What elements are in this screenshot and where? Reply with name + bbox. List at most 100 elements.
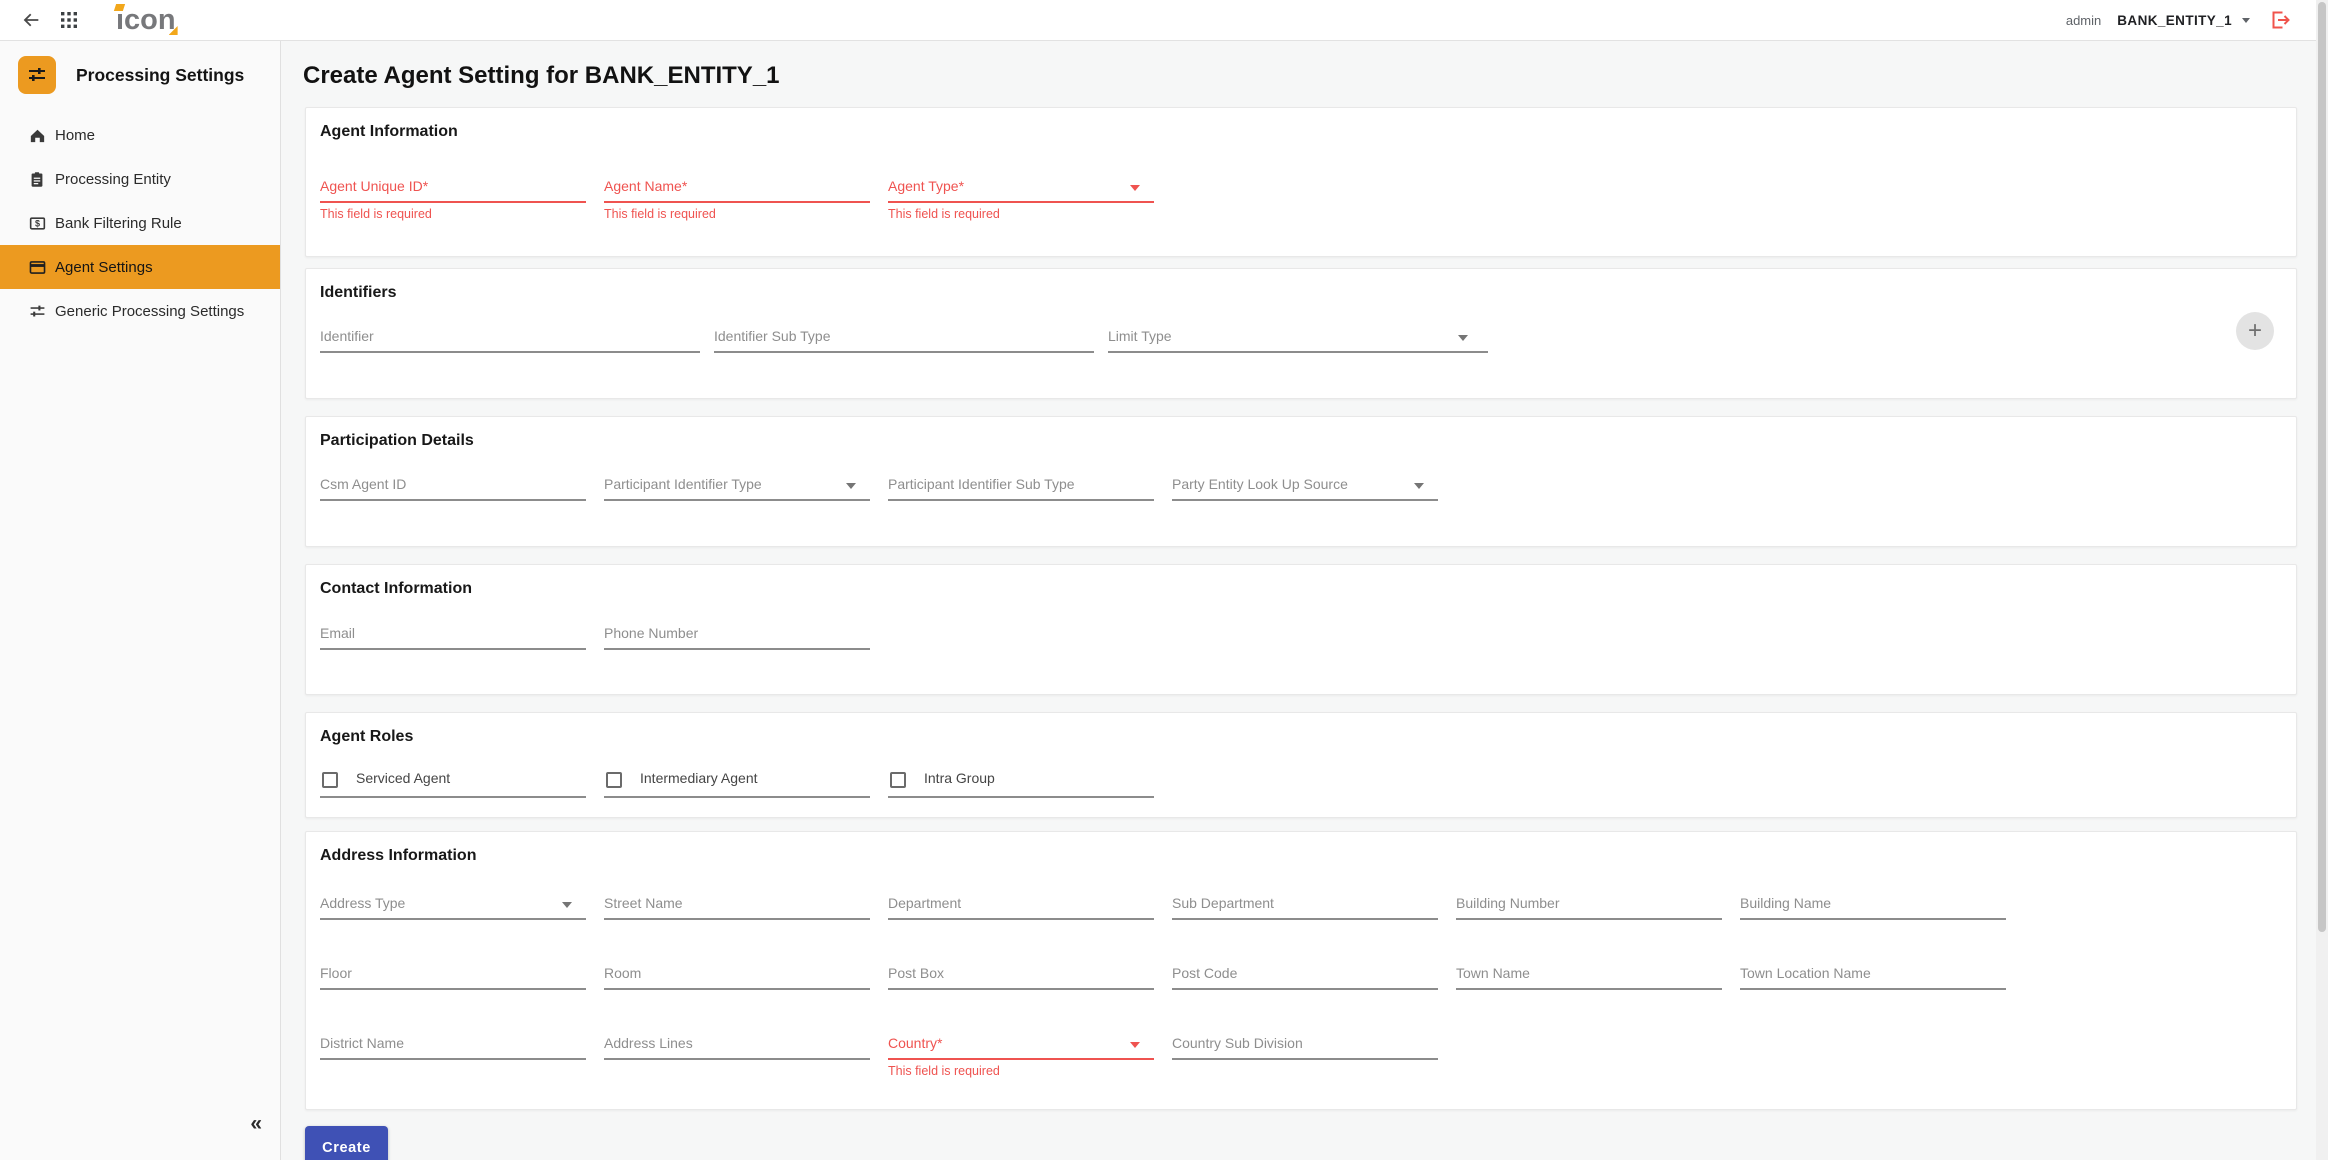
room-field[interactable]: Room [604,942,870,990]
limit-type-select[interactable]: Limit Type [1108,305,1488,353]
sidebar: Processing Settings Home Processing Enti… [0,41,281,1160]
sidebar-header: Processing Settings [18,56,244,94]
home-icon [27,125,47,145]
country-sub-division-field[interactable]: Country Sub Division [1172,1012,1438,1060]
page-title: Create Agent Setting for BANK_ENTITY_1 [303,62,780,89]
post-box-field[interactable]: Post Box [888,942,1154,990]
section-title: Address Information [320,847,477,864]
create-button[interactable]: Create [305,1126,388,1160]
logout-icon [2272,11,2290,29]
email-field[interactable]: Email [320,602,586,650]
field-label: Town Name [1456,965,1530,981]
agent-type-select[interactable]: Agent Type* This field is required [888,155,1154,221]
checkbox-label: Serviced Agent [356,770,451,786]
add-identifier-button[interactable]: + [2236,312,2274,350]
field-label: Identifier Sub Type [714,328,831,344]
csm-agent-id-field[interactable]: Csm Agent ID [320,453,586,501]
agent-name-field[interactable]: Agent Name* This field is required [604,155,870,221]
field-label: Country Sub Division [1172,1035,1303,1051]
field-label: Building Name [1740,895,1832,911]
field-label: Floor [320,965,352,981]
phone-number-field[interactable]: Phone Number [604,602,870,650]
field-label: Email [320,625,356,641]
district-name-field[interactable]: District Name [320,1012,586,1060]
sidebar-item-processing-entity[interactable]: Processing Entity [0,157,280,201]
sidebar-item-label: Bank Filtering Rule [55,214,182,232]
back-button[interactable] [18,7,44,33]
apps-grid-icon [61,12,77,28]
dropdown-caret-icon [562,902,572,908]
field-label: Agent Name* [604,178,688,194]
address-type-select[interactable]: Address Type [320,872,586,920]
participant-identifier-type-select[interactable]: Participant Identifier Type [604,453,870,501]
building-name-field[interactable]: Building Name [1740,872,2006,920]
field-label: Party Entity Look Up Source [1172,476,1348,492]
street-name-field[interactable]: Street Name [604,872,870,920]
logout-button[interactable] [2266,6,2294,34]
field-label: Post Box [888,965,945,981]
party-entity-look-up-source-select[interactable]: Party Entity Look Up Source [1172,453,1438,501]
town-name-field[interactable]: Town Name [1456,942,1722,990]
field-label: Room [604,965,642,981]
agent-unique-id-field[interactable]: Agent Unique ID* This field is required [320,155,586,221]
field-label: Post Code [1172,965,1238,981]
building-number-field[interactable]: Building Number [1456,872,1722,920]
sidebar-item-generic-processing-settings[interactable]: Generic Processing Settings [0,289,280,333]
sidebar-item-home[interactable]: Home [0,113,280,157]
section-title: Agent Roles [320,728,414,745]
logo-text: icon [116,3,176,36]
field-label: Limit Type [1108,328,1172,344]
field-label: Street Name [604,895,683,911]
floor-field[interactable]: Floor [320,942,586,990]
field-error: This field is required [888,207,1000,221]
scrollbar [2316,0,2328,1160]
sidebar-item-agent-settings[interactable]: Agent Settings [0,245,280,289]
intra-group-checkbox-field: Intra Group [888,750,1154,798]
field-label: Csm Agent ID [320,476,407,492]
section-identifiers: Identifiers Identifier Identifier Sub Ty… [305,268,2297,399]
processing-settings-icon [18,56,56,94]
chevron-down-icon [2242,17,2250,23]
town-location-name-field[interactable]: Town Location Name [1740,942,2006,990]
participant-identifier-sub-type-field[interactable]: Participant Identifier Sub Type [888,453,1154,501]
field-label: Participant Identifier Type [604,476,762,492]
country-select[interactable]: Country* This field is required [888,1012,1154,1078]
section-address-information: Address Information Address Type Street … [305,831,2297,1110]
dropdown-caret-icon [1130,185,1140,191]
username-label: admin [2065,12,2102,28]
field-label: Phone Number [604,625,699,641]
card-icon [27,257,47,277]
identifier-sub-type-field[interactable]: Identifier Sub Type [714,305,1094,353]
field-label: Department [888,895,962,911]
address-lines-field[interactable]: Address Lines [604,1012,870,1060]
sidebar-item-label: Generic Processing Settings [55,302,245,320]
svg-text:$: $ [34,218,39,228]
sub-department-field[interactable]: Sub Department [1172,872,1438,920]
identifier-field[interactable]: Identifier [320,305,700,353]
serviced-agent-checkbox[interactable] [322,772,338,788]
apps-grid-button[interactable] [58,9,80,31]
dropdown-caret-icon [846,483,856,489]
sidebar-nav: Home Processing Entity $ Bank Filtering … [0,113,280,333]
scrollbar-thumb[interactable] [2318,2,2326,932]
sidebar-title: Processing Settings [76,64,245,85]
sidebar-item-label: Home [55,126,96,144]
entity-selector[interactable]: BANK_ENTITY_1 [2117,13,2250,28]
section-title: Agent Information [320,123,458,140]
clipboard-icon [27,169,47,189]
field-label: District Name [320,1035,405,1051]
intra-group-checkbox[interactable] [890,772,906,788]
department-field[interactable]: Department [888,872,1154,920]
field-label: Town Location Name [1740,965,1871,981]
field-error: This field is required [604,207,716,221]
sidebar-item-bank-filtering-rule[interactable]: $ Bank Filtering Rule [0,201,280,245]
sidebar-collapse-button[interactable]: « [250,1112,262,1136]
intermediary-agent-checkbox[interactable] [606,772,622,788]
dropdown-caret-icon [1458,335,1468,341]
main-content: Create Agent Setting for BANK_ENTITY_1 A… [281,41,2328,1160]
back-arrow-icon [23,13,39,27]
section-title: Identifiers [320,284,397,301]
field-label: Participant Identifier Sub Type [888,476,1075,492]
post-code-field[interactable]: Post Code [1172,942,1438,990]
field-label: Identifier [320,328,374,344]
